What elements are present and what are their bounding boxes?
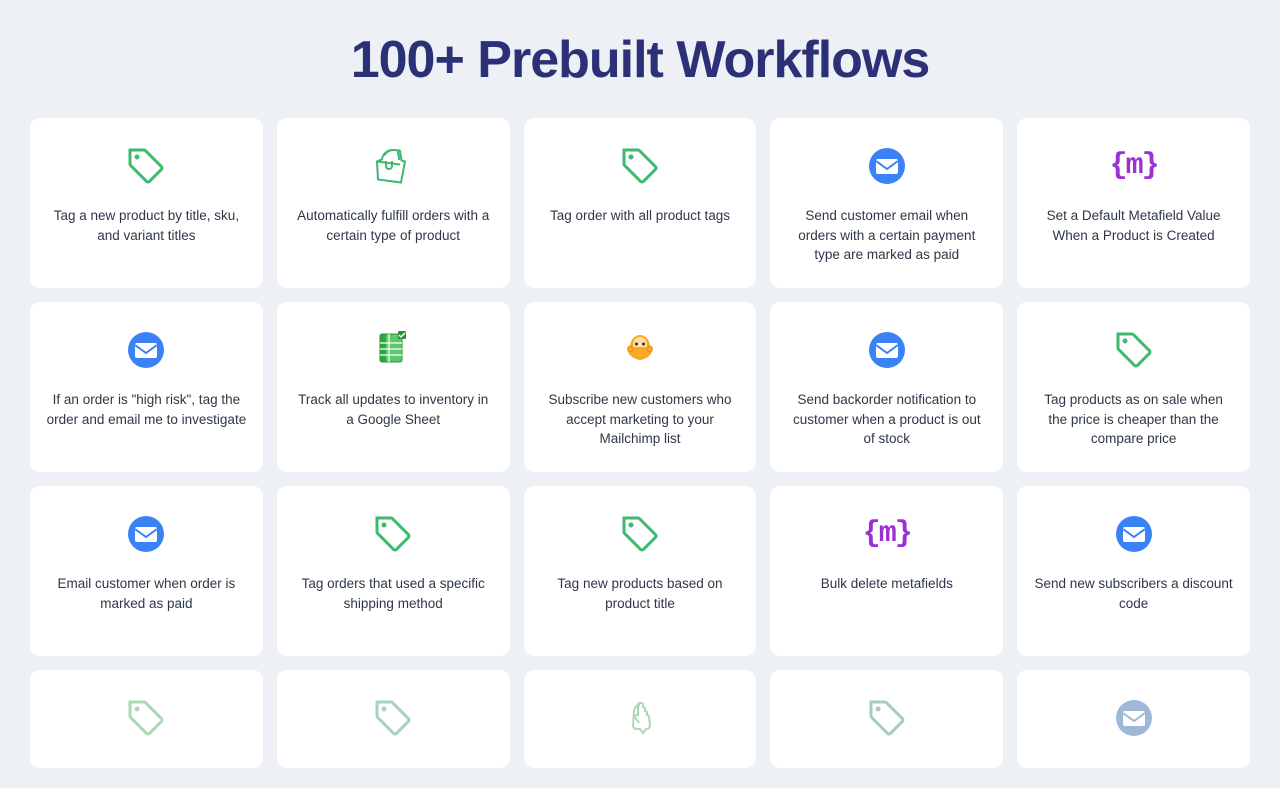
card-label: Send customer email when orders with a c…	[786, 206, 987, 265]
card-icon-sheets	[367, 324, 419, 376]
card-label: Automatically fulfill orders with a cert…	[293, 206, 494, 245]
card-icon-tag	[120, 692, 172, 744]
workflow-card-13[interactable]: Tag new products based on product title	[524, 486, 757, 656]
card-label: Track all updates to inventory in a Goog…	[293, 390, 494, 429]
workflow-card-14[interactable]: {m} Bulk delete metafields	[770, 486, 1003, 656]
workflow-card-12[interactable]: Tag orders that used a specific shipping…	[277, 486, 510, 656]
card-label: If an order is "high risk", tag the orde…	[46, 390, 247, 429]
workflow-card-2[interactable]: Automatically fulfill orders with a cert…	[277, 118, 510, 288]
workflow-card-3[interactable]: Tag order with all product tags	[524, 118, 757, 288]
card-icon-tag	[1108, 324, 1160, 376]
workflow-card-7[interactable]: Track all updates to inventory in a Goog…	[277, 302, 510, 472]
card-icon-email	[1108, 508, 1160, 560]
workflow-card-4[interactable]: Send customer email when orders with a c…	[770, 118, 1003, 288]
card-icon-touch	[614, 692, 666, 744]
workflow-card-19[interactable]	[770, 670, 1003, 768]
workflow-card-15[interactable]: Send new subscribers a discount code	[1017, 486, 1250, 656]
card-icon-metafield: {m}	[1108, 140, 1160, 192]
card-label: Tag a new product by title, sku, and var…	[46, 206, 247, 245]
workflow-card-20[interactable]	[1017, 670, 1250, 768]
card-icon-email	[861, 324, 913, 376]
workflow-card-11[interactable]: Email customer when order is marked as p…	[30, 486, 263, 656]
card-icon-email	[120, 508, 172, 560]
workflow-card-16[interactable]	[30, 670, 263, 768]
card-label: Send backorder notification to customer …	[786, 390, 987, 449]
workflow-card-6[interactable]: If an order is "high risk", tag the orde…	[30, 302, 263, 472]
workflow-card-10[interactable]: Tag products as on sale when the price i…	[1017, 302, 1250, 472]
card-label: Tag orders that used a specific shipping…	[293, 574, 494, 613]
workflow-card-17[interactable]	[277, 670, 510, 768]
card-label: Set a Default Metafield Value When a Pro…	[1033, 206, 1234, 245]
card-icon-metafield: {m}	[861, 508, 913, 560]
card-icon-email	[861, 140, 913, 192]
card-icon-tag	[614, 508, 666, 560]
card-label: Tag new products based on product title	[540, 574, 741, 613]
card-label: Bulk delete metafields	[821, 574, 953, 594]
card-icon-tag	[120, 140, 172, 192]
card-icon-tag	[614, 140, 666, 192]
card-icon-tag	[861, 692, 913, 744]
workflow-grid: Tag a new product by title, sku, and var…	[30, 118, 1250, 768]
card-label: Tag products as on sale when the price i…	[1033, 390, 1234, 449]
card-icon-tag	[367, 508, 419, 560]
card-icon-mailchimp	[614, 324, 666, 376]
card-label: Send new subscribers a discount code	[1033, 574, 1234, 613]
workflow-card-8[interactable]: Subscribe new customers who accept marke…	[524, 302, 757, 472]
card-icon-tag	[367, 692, 419, 744]
workflow-card-9[interactable]: Send backorder notification to customer …	[770, 302, 1003, 472]
card-icon-shopify	[367, 140, 419, 192]
workflow-card-18[interactable]	[524, 670, 757, 768]
card-label: Tag order with all product tags	[550, 206, 730, 226]
card-icon-email	[1108, 692, 1160, 744]
workflow-card-1[interactable]: Tag a new product by title, sku, and var…	[30, 118, 263, 288]
card-label: Email customer when order is marked as p…	[46, 574, 247, 613]
card-label: Subscribe new customers who accept marke…	[540, 390, 741, 449]
page-wrapper: 100+ Prebuilt Workflows Tag a new produc…	[0, 0, 1280, 788]
page-title: 100+ Prebuilt Workflows	[30, 30, 1250, 90]
workflow-card-5[interactable]: {m} Set a Default Metafield Value When a …	[1017, 118, 1250, 288]
card-icon-email	[120, 324, 172, 376]
